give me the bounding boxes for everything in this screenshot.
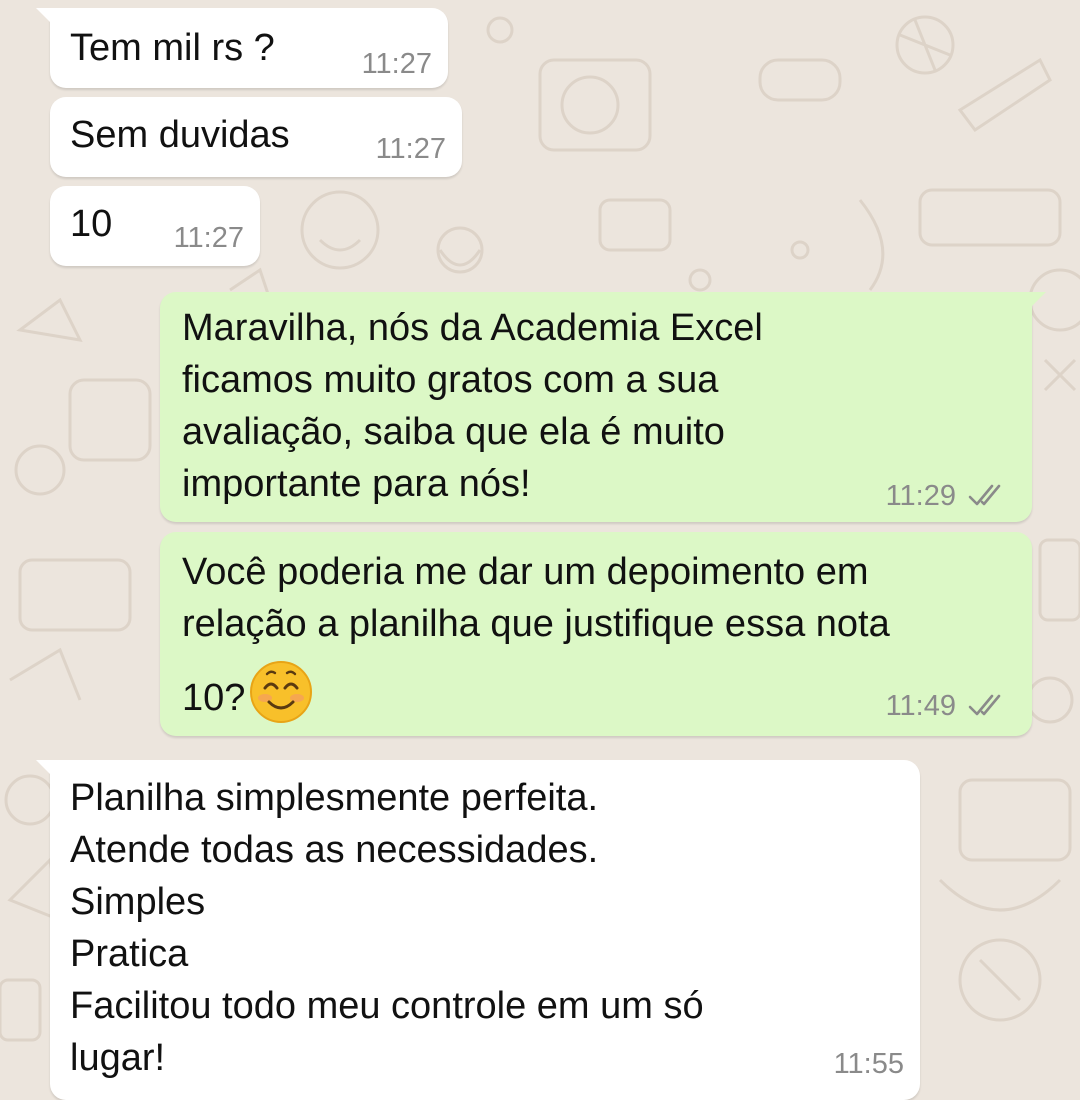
message-text-line: Facilitou todo meu controle em um só [70,985,704,1027]
message-timestamp: 11:29 [885,480,956,512]
message-text: Sem duvidas [70,114,290,156]
message-text: Tem mil rs ? [70,27,275,69]
message-bubble-outgoing[interactable]: Você poderia me dar um depoimento em rel… [160,532,1032,736]
message-text-line: Atende todas as necessidades. [70,829,599,871]
message-bubble-incoming[interactable]: Planilha simplesmente perfeita. Atende t… [36,760,920,1100]
read-double-check-icon [968,484,1001,506]
message-timestamp: 11:27 [173,222,244,254]
message-timestamp: 11:49 [885,690,956,722]
message-text-line: relação a planilha que justifique essa n… [182,603,890,645]
message-text-line: Você poderia me dar um depoimento em [182,551,869,593]
read-double-check-icon [968,694,1001,716]
message-text-line: importante para nós! [182,463,531,505]
message-timestamp: 11:27 [375,133,446,165]
message-text-line: 10? [182,677,246,719]
bubble-tail [36,8,58,30]
smiling-face-emoji-icon [250,661,313,723]
message-timestamp: 11:55 [833,1048,904,1080]
bubble-tail [36,760,58,782]
message-text-line: ficamos muito gratos com a sua [182,359,719,401]
message-bubble-incoming[interactable]: Sem duvidas 11:27 [50,97,462,177]
message-bubble-outgoing[interactable]: Maravilha, nós da Academia Excel ficamos… [160,292,1046,522]
message-text-line: Maravilha, nós da Academia Excel [182,307,763,349]
message-text-line: avaliação, saiba que ela é muito [182,411,725,453]
message-timestamp: 11:27 [361,48,432,80]
message-text-line: Planilha simplesmente perfeita. [70,777,599,819]
message-text-line: Simples [70,881,206,923]
message-text-last-line: 10? [182,660,313,724]
message-bubble-incoming[interactable]: Tem mil rs ? 11:27 [36,8,448,88]
message-text: 10 [70,203,113,245]
message-text-line: Pratica [70,933,189,975]
message-text-line: lugar! [70,1037,166,1079]
bubble-tail [1024,292,1046,314]
message-bubble-incoming[interactable]: 10 11:27 [50,186,260,266]
